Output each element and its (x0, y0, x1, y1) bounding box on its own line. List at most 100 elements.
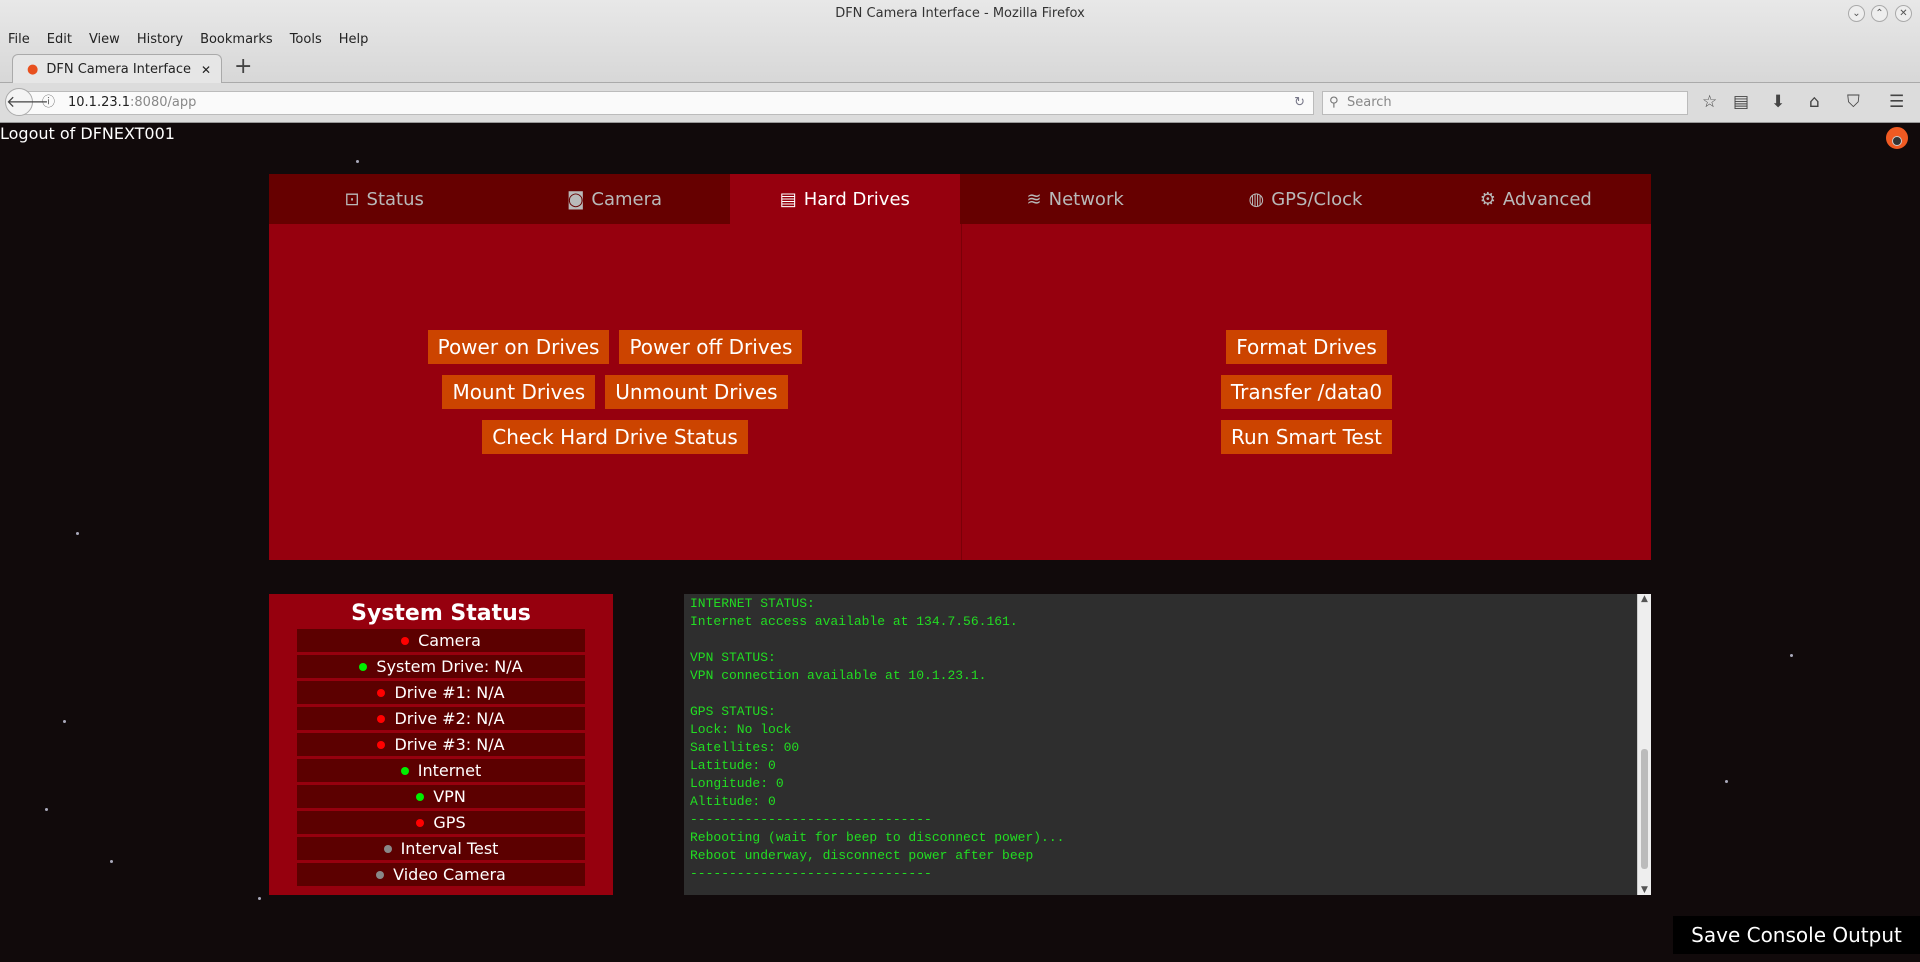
status-row: Drive #3: N/A (297, 733, 585, 756)
reading-list-icon[interactable]: ▤ (1733, 92, 1749, 112)
tab-label: Status (367, 189, 424, 210)
download-icon[interactable]: ⬇ (1771, 92, 1785, 112)
tab-network[interactable]: ≋ Network (960, 174, 1190, 224)
status-dot-icon (416, 793, 424, 801)
camera-icon: ◙ (567, 189, 584, 210)
status-row: Camera (297, 629, 585, 652)
status-label: Camera (418, 631, 481, 650)
status-dot-icon (384, 845, 392, 853)
status-dot-icon (377, 741, 385, 749)
status-label: Internet (418, 761, 482, 780)
status-label: Interval Test (401, 839, 499, 858)
status-row: System Drive: N/A (297, 655, 585, 678)
scroll-thumb[interactable] (1641, 749, 1648, 869)
status-row: GPS (297, 811, 585, 834)
status-label: GPS (433, 813, 465, 832)
new-tab-button[interactable]: + (234, 54, 252, 79)
status-dot-icon (401, 767, 409, 775)
tab-hard-drives[interactable]: ▤ Hard Drives (730, 174, 960, 224)
status-dot-icon (376, 871, 384, 879)
status-row: Drive #2: N/A (297, 707, 585, 730)
status-label: System Drive: N/A (376, 657, 522, 676)
hamburger-menu-icon[interactable]: ☰ (1889, 92, 1904, 112)
browser-tab[interactable]: ● DFN Camera Interface ✕ (12, 54, 222, 84)
menu-history[interactable]: History (137, 32, 183, 47)
system-status-title: System Status (269, 599, 613, 629)
status-row: Internet (297, 759, 585, 782)
tab-gps-clock[interactable]: ◍ GPS/Clock (1190, 174, 1420, 224)
status-dot-icon (359, 663, 367, 671)
status-label: Drive #1: N/A (394, 683, 504, 702)
tab-label: GPS/Clock (1271, 189, 1362, 210)
close-tab-icon[interactable]: ✕ (201, 63, 211, 77)
globe-icon: ◍ (1249, 189, 1265, 210)
menu-help[interactable]: Help (339, 32, 369, 47)
url-bar[interactable]: ⓘ 10.1.23.1:8080/app ↻ (24, 91, 1314, 115)
power-on-drives-button[interactable]: Power on Drives (428, 330, 610, 364)
favicon-icon: ● (27, 62, 38, 77)
console-scrollbar[interactable]: ▲ ▼ (1637, 594, 1651, 895)
back-button[interactable]: 🡐 (5, 88, 33, 116)
power-off-drives-button[interactable]: Power off Drives (619, 330, 802, 364)
wifi-icon: ≋ (1027, 189, 1042, 210)
menu-tools[interactable]: Tools (290, 32, 322, 47)
reload-icon[interactable]: ↻ (1294, 92, 1305, 114)
status-label: VPN (433, 787, 466, 806)
console-text: INTERNET STATUS: Internet access availab… (684, 594, 1651, 884)
transfer-data0-button[interactable]: Transfer /data0 (1221, 375, 1392, 409)
tab-strip: ● DFN Camera Interface ✕ + (0, 52, 1920, 83)
tab-label: Advanced (1503, 189, 1592, 210)
logout-link[interactable]: Logout of DFNEXT001 (0, 124, 175, 143)
menu-file[interactable]: File (8, 32, 30, 47)
scroll-up-icon[interactable]: ▲ (1638, 594, 1651, 604)
tab-label: Camera (591, 189, 662, 210)
menu-bar: File Edit View History Bookmarks Tools H… (0, 27, 1920, 52)
status-label: Drive #3: N/A (394, 735, 504, 754)
tab-camera[interactable]: ◙ Camera (499, 174, 729, 224)
home-icon[interactable]: ⌂ (1809, 92, 1820, 112)
search-placeholder: Search (1347, 95, 1392, 110)
status-row: Video Camera (297, 863, 585, 886)
minimize-button[interactable]: ⌄ (1848, 5, 1865, 22)
nav-bar: ⓘ 10.1.23.1:8080/app ↻ 🡐 ⚲ Search ☆ ▤ ⬇ … (0, 83, 1920, 123)
tab-advanced[interactable]: ⚙ Advanced (1421, 174, 1651, 224)
tab-label: Hard Drives (804, 189, 910, 210)
status-label: Drive #2: N/A (394, 709, 504, 728)
maximize-button[interactable]: ⌃ (1871, 5, 1888, 22)
close-window-button[interactable]: ✕ (1895, 5, 1912, 22)
main-panel: ⊡ Status ◙ Camera ▤ Hard Drives ≋ Network ◍ G… (269, 174, 1651, 560)
console-output[interactable]: INTERNET STATUS: Internet access availab… (684, 594, 1651, 895)
title-bar: DFN Camera Interface - Mozilla Firefox ⌄… (0, 0, 1920, 27)
tab-bar: ⊡ Status ◙ Camera ▤ Hard Drives ≋ Network ◍ G… (269, 174, 1651, 224)
unmount-drives-button[interactable]: Unmount Drives (605, 375, 787, 409)
status-dot-icon (377, 715, 385, 723)
search-input[interactable]: ⚲ Search (1322, 91, 1688, 115)
run-smart-test-button[interactable]: Run Smart Test (1221, 420, 1392, 454)
status-dot-icon (416, 819, 424, 827)
status-dot-icon (377, 689, 385, 697)
pocket-icon[interactable]: ⛉ (1847, 92, 1860, 112)
url-host: 10.1.23.1 (68, 95, 130, 110)
gears-icon: ⚙ (1480, 189, 1496, 210)
status-row: Interval Test (297, 837, 585, 860)
url-path: :8080/app (130, 95, 196, 110)
status-label: Video Camera (393, 865, 506, 884)
system-status-panel: System Status Camera System Drive: N/A Dri… (269, 594, 613, 895)
status-row: Drive #1: N/A (297, 681, 585, 704)
pulse-icon: ⊡ (344, 189, 359, 210)
format-drives-button[interactable]: Format Drives (1226, 330, 1387, 364)
dfn-logo-icon (1886, 127, 1908, 149)
status-row: VPN (297, 785, 585, 808)
menu-edit[interactable]: Edit (47, 32, 72, 47)
mount-drives-button[interactable]: Mount Drives (442, 375, 595, 409)
scroll-down-icon[interactable]: ▼ (1638, 885, 1651, 895)
check-hard-drive-status-button[interactable]: Check Hard Drive Status (482, 420, 748, 454)
tab-status[interactable]: ⊡ Status (269, 174, 499, 224)
drive-maintenance-controls: Format Drives Transfer /data0 Run Smart … (962, 224, 1651, 560)
menu-bookmarks[interactable]: Bookmarks (200, 32, 273, 47)
menu-view[interactable]: View (89, 32, 120, 47)
save-console-output-button[interactable]: Save Console Output (1673, 916, 1920, 954)
hdd-icon: ▤ (780, 189, 797, 210)
bookmark-star-icon[interactable]: ☆ (1702, 92, 1717, 112)
tab-label: Network (1049, 189, 1124, 210)
